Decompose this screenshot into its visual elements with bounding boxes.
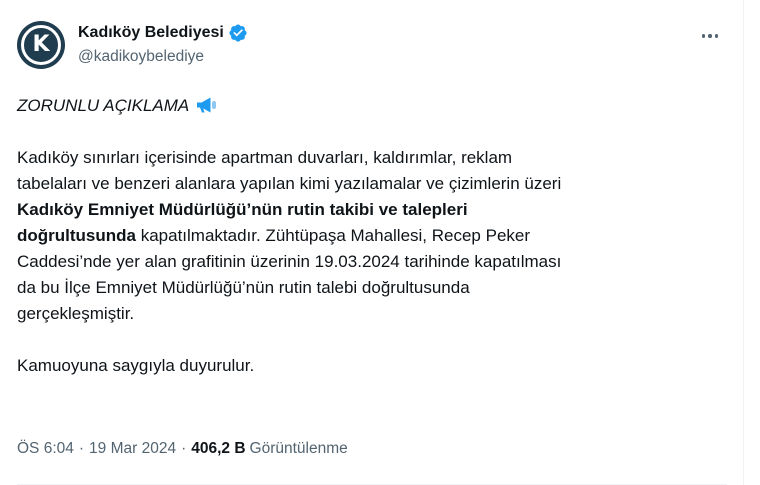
views-label: Görüntülenme <box>249 440 348 457</box>
tweet-line-bold: Kadıköy Emniyet Müdürlüğü’nün rutin taki… <box>17 200 468 219</box>
tweet-text: ZORUNLU AÇIKLAMA Kadıköy sınırları içeri… <box>17 93 732 379</box>
more-dot-icon <box>708 34 712 38</box>
more-dot-icon <box>701 34 706 38</box>
more-options-button[interactable] <box>696 26 724 46</box>
avatar-letter: K <box>21 25 61 65</box>
author-handle[interactable]: @kadikoybelediye <box>78 48 248 66</box>
verified-badge-icon <box>229 24 247 42</box>
meta-separator: · <box>78 440 85 457</box>
tweet-bold-segment: doğrultusunda <box>17 226 136 245</box>
tweet-card[interactable]: K Kadıköy Belediyesi @kadikoybelediye ZO… <box>0 0 744 485</box>
display-name[interactable]: Kadıköy Belediyesi <box>78 24 224 42</box>
author-block: Kadıköy Belediyesi @kadikoybelediye <box>78 22 248 66</box>
tweet-closing: Kamuoyuna saygıyla duyurulur. <box>17 356 255 375</box>
name-row: Kadıköy Belediyesi <box>78 22 248 44</box>
tweet-line: gerçekleşmiştir. <box>17 304 135 323</box>
tweet-heading: ZORUNLU AÇIKLAMA <box>17 96 190 115</box>
tweet-heading-line: ZORUNLU AÇIKLAMA <box>17 93 732 119</box>
megaphone-icon <box>197 97 217 113</box>
tweet-date[interactable]: 19 Mar 2024 <box>89 440 176 458</box>
tweet-line: doğrultusunda kapatılmaktadır. Zühtüpaşa… <box>17 223 732 249</box>
meta-separator: · <box>181 440 187 457</box>
avatar[interactable]: K <box>17 21 65 69</box>
tweet-line: tabelaları ve benzeri alanlara yapılan k… <box>17 174 562 193</box>
more-dot-icon <box>714 34 719 38</box>
tweet-line: Kadıköy sınırları içerisinde apartman du… <box>17 148 513 167</box>
tweet-line: Caddesi’nde yer alan grafitinin üzerinin… <box>17 252 562 271</box>
tweet-time[interactable]: ÖS 6:04 <box>17 440 74 458</box>
views-count[interactable]: 406,2 B <box>191 440 245 458</box>
tweet-line: da bu İlçe Emniyet Müdürlüğü’nün rutin t… <box>17 278 470 297</box>
tweet-meta: ÖS 6:04 · 19 Mar 2024 · 406,2 B Görüntül… <box>17 440 348 458</box>
tweet-segment: kapatılmaktadır. Zühtüpaşa Mahallesi, Re… <box>135 226 531 245</box>
